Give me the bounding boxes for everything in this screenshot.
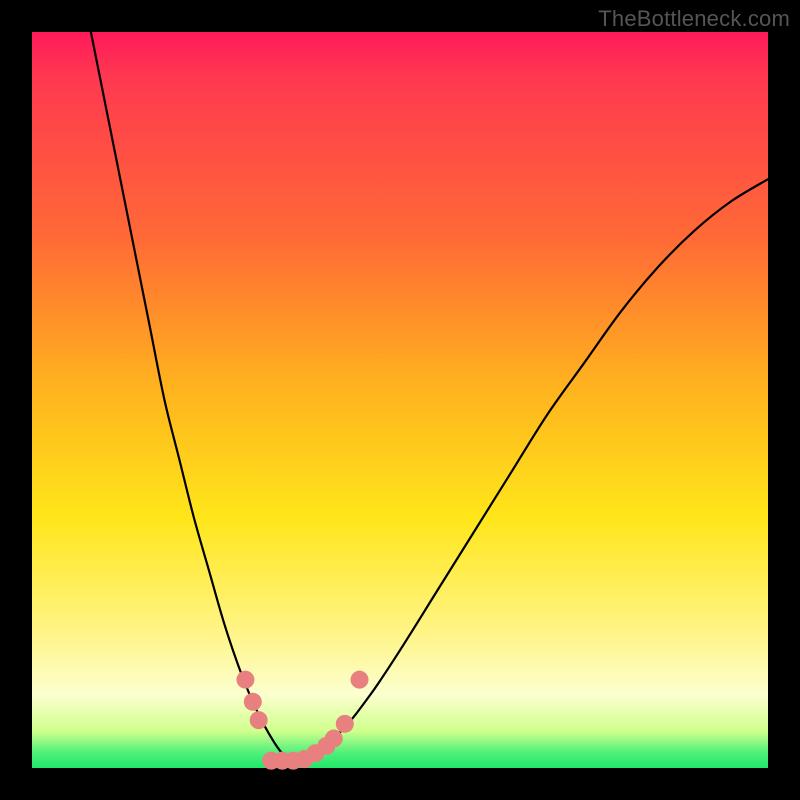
marker-dot bbox=[236, 671, 254, 689]
marker-group bbox=[236, 671, 368, 770]
marker-dot bbox=[244, 693, 262, 711]
marker-dot bbox=[336, 715, 354, 733]
plot-area bbox=[32, 32, 768, 768]
marker-dot bbox=[325, 730, 343, 748]
bottleneck-curve-path bbox=[91, 32, 768, 761]
marker-dot bbox=[351, 671, 369, 689]
marker-dot bbox=[250, 711, 268, 729]
watermark-text: TheBottleneck.com bbox=[598, 6, 790, 32]
chart-frame: TheBottleneck.com bbox=[0, 0, 800, 800]
curve-layer bbox=[32, 32, 768, 768]
